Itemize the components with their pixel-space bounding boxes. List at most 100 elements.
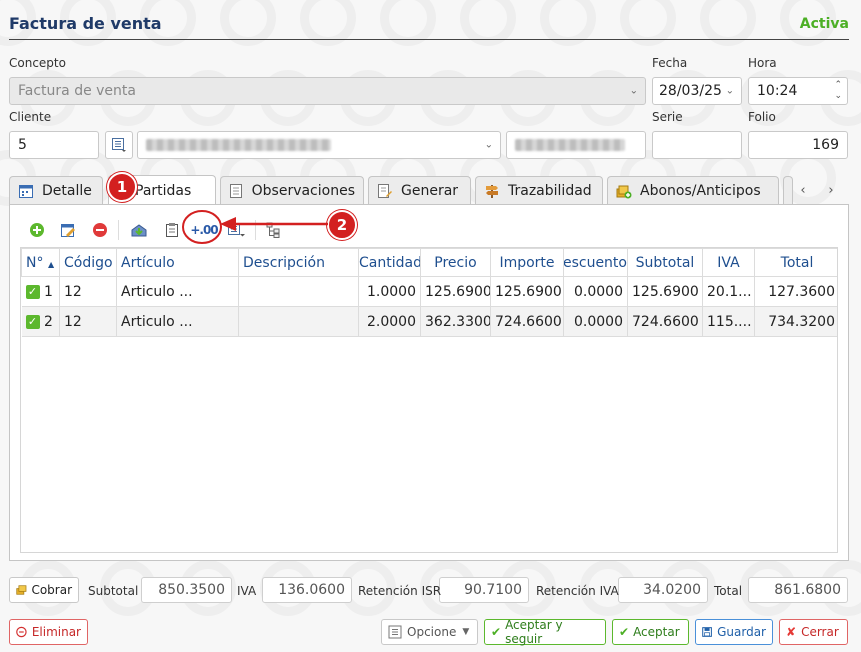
delete-item-button[interactable] [90,220,110,240]
caret-down-icon: ▼ [462,627,470,637]
eliminar-label: Eliminar [31,625,81,639]
tab-detalle[interactable]: Detalle [9,176,103,205]
list-dropdown-icon [112,138,126,152]
row-number-cell[interactable]: ✓ 1 [21,276,60,307]
articulo-cell[interactable]: Articulo ... [116,306,239,337]
tab-trazabilidad[interactable]: Trazabilidad [475,176,603,205]
guardar-label: Guardar [717,625,766,639]
col-header-descripcion[interactable]: Descripción [238,248,359,277]
tab-label: Observaciones [251,183,355,199]
subtotal-cell[interactable]: 724.6600 [627,306,703,337]
highlight-circle [182,210,222,244]
edit-icon [61,224,75,237]
tabs-scroll-right-button[interactable]: › [818,177,844,203]
col-header-total[interactable]: Total [754,248,837,277]
cobrar-button[interactable]: Cobrar [9,577,79,603]
iva-cell[interactable]: 20.1... [702,276,755,307]
descripcion-cell[interactable] [238,306,359,337]
list-icon [388,625,402,639]
col-header-descuento[interactable]: Descuento [563,248,628,277]
toolbar-divider [118,220,119,240]
retencion-isr-label: Retención ISR [358,584,442,598]
chevron-right-icon: › [828,182,834,198]
tab-label: Partidas [135,182,192,199]
serie-field[interactable] [652,131,742,159]
save-icon [702,627,712,637]
fecha-picker[interactable]: 28/03/25 ⌄ [652,77,742,105]
add-icon [30,223,44,237]
col-header-subtotal[interactable]: Subtotal [627,248,703,277]
col-header-articulo[interactable]: Artículo [116,248,239,277]
cerrar-label: Cerrar [801,625,839,639]
total-label: Total [714,584,743,598]
opcione-dropdown-button[interactable]: Opcione ▼ [381,619,478,645]
descuento-cell[interactable]: 0.0000 [563,306,628,337]
close-icon: ✘ [786,625,797,639]
col-header-precio[interactable]: Precio [420,248,491,277]
chevron-down-icon[interactable]: ⌄ [726,86,734,97]
edit-item-button[interactable] [58,220,78,240]
col-header-iva[interactable]: IVA [702,248,755,277]
precio-cell[interactable]: 125.6900 [420,276,491,307]
subtotal-cell[interactable]: 125.6900 [627,276,703,307]
opcione-label: Opcione [407,625,457,639]
iva-cell[interactable]: 115.... [702,306,755,337]
hora-stepper[interactable]: 10:24 ⌃ ⌄ [748,77,848,105]
checkbox-checked-icon[interactable]: ✓ [25,284,40,299]
total-cell[interactable]: 127.3600 [754,276,837,307]
row-number-cell[interactable]: ✓ 2 [21,306,60,337]
tabs-scroll-left-button[interactable]: ‹ [790,177,816,203]
cerrar-button[interactable]: ✘ Cerrar [779,619,848,645]
tab-generar[interactable]: Generar [368,176,471,205]
retencion-iva-label: Retención IVA [536,584,619,598]
chevron-down-icon: ⌄ [629,85,638,97]
table-row[interactable]: ✓ 2 12 Articulo ... 2.0000 362.3300 724.… [21,306,837,337]
eliminar-button[interactable]: Eliminar [9,619,88,645]
descuento-cell[interactable]: 0.0000 [563,276,628,307]
total-value: 861.6800 [748,577,848,603]
tab-observaciones[interactable]: Observaciones [220,176,364,205]
import-items-button[interactable] [129,220,149,240]
money-icon [16,585,27,595]
cliente-name-select[interactable]: ⌄ [137,131,501,159]
importe-cell[interactable]: 125.6900 [490,276,564,307]
cliente-rfc-field [506,131,646,159]
spinner-icon[interactable]: ⌃ ⌄ [834,80,842,102]
col-header-num[interactable]: N° ▲ [21,248,60,277]
codigo-cell[interactable]: 12 [59,276,117,307]
col-header-cantidad[interactable]: Cantidad [358,248,421,277]
cantidad-cell[interactable]: 1.0000 [358,276,421,307]
tab-abonos-anticipos[interactable]: Abonos/Anticipos [607,176,779,205]
col-header-codigo[interactable]: Código [59,248,117,277]
add-item-button[interactable] [27,220,47,240]
checkmark-icon: ✔ [491,625,502,639]
document-icon [229,183,244,199]
chevron-left-icon: ‹ [800,182,806,198]
descripcion-cell[interactable] [238,276,359,307]
client-list-button[interactable] [105,131,133,159]
cantidad-cell[interactable]: 2.0000 [358,306,421,337]
importe-cell[interactable]: 724.6600 [490,306,564,337]
cobrar-label: Cobrar [31,583,72,597]
sort-asc-icon: ▲ [47,259,55,269]
hora-label: Hora [748,56,777,70]
redacted-client-name [146,139,331,151]
iva-value: 136.0600 [262,577,352,603]
cliente-code-value: 5 [18,137,27,153]
codigo-cell[interactable]: 12 [59,306,117,337]
folio-field[interactable]: 169 [748,131,848,159]
grid-header-row: N° ▲ Código Artículo Descripción Cantida… [21,248,837,277]
money-add-icon [616,183,632,199]
precio-cell[interactable]: 362.3300 [420,306,491,337]
col-header-importe[interactable]: Importe [490,248,564,277]
total-cell[interactable]: 734.3200 [754,306,837,337]
aceptar-y-seguir-button[interactable]: ✔ Aceptar y seguir [484,618,606,646]
guardar-button[interactable]: Guardar [695,619,773,645]
articulo-cell[interactable]: Articulo ... [116,276,239,307]
cliente-code-field[interactable]: 5 [9,131,99,159]
aceptar-button[interactable]: ✔ Aceptar [612,619,689,645]
table-row[interactable]: ✓ 1 12 Articulo ... 1.0000 125.6900 125.… [21,276,837,307]
concepto-label: Concepto [9,56,66,70]
clipboard-button[interactable] [162,220,182,240]
checkbox-checked-icon[interactable]: ✓ [25,314,40,329]
